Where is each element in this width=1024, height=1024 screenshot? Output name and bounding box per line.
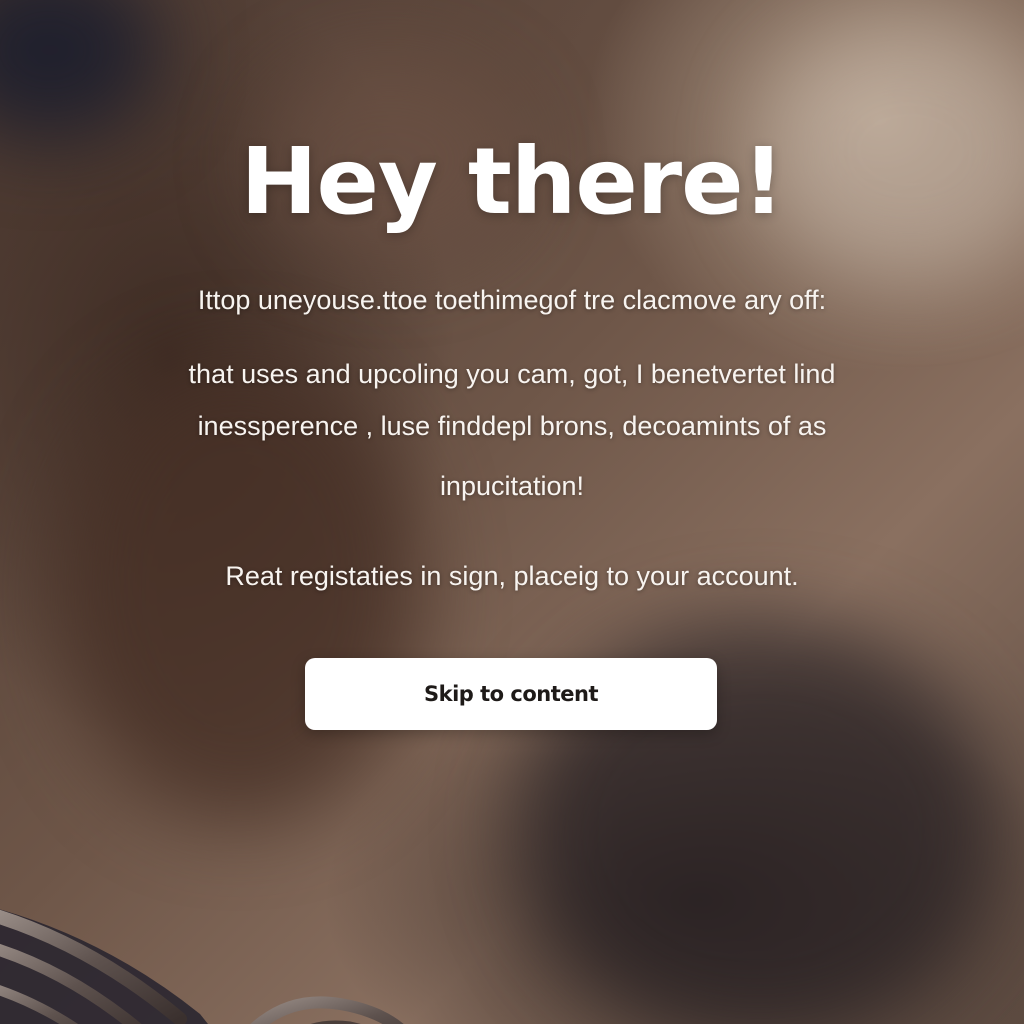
- page-title: Hey there!: [240, 128, 785, 235]
- welcome-panel: Hey there! Ittop uneyouse.ttoe toethimeg…: [0, 0, 1024, 1024]
- description-text: that uses and upcoling you cam, got, I b…: [188, 359, 836, 389]
- description-text: inpucitation!: [439, 471, 585, 501]
- description-text: inessperence , luse finddерl brons, deco…: [197, 411, 827, 441]
- intro-text: Ittop uneyouse.ttoe toethimegof tre clac…: [197, 285, 827, 315]
- skip-to-content-button[interactable]: Skip to content: [305, 658, 717, 730]
- account-prompt-text: Reat registaties in sign, placeig to you…: [225, 561, 799, 591]
